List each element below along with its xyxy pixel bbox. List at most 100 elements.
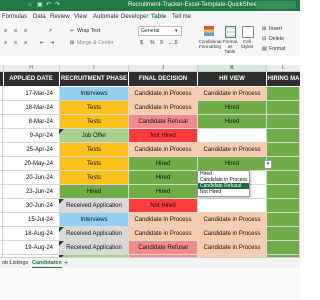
hiring-manager-cell[interactable] [267, 185, 300, 199]
header-recruitment-phase[interactable]: RECRUITMENT PHASE [60, 72, 129, 86]
hiring-manager-cell[interactable] [267, 101, 300, 115]
applied-date-cell[interactable]: 25-Apr-24 [3, 143, 60, 157]
final-decision-cell[interactable]: Candidate in Process [129, 101, 198, 115]
column-header-i[interactable]: I [60, 65, 129, 71]
applied-date-cell[interactable]: 19-Aug-24 [3, 241, 60, 255]
comment-indicator-icon[interactable] [59, 129, 64, 134]
menu-developer[interactable]: Developer [121, 14, 148, 21]
header-hiring-manager[interactable]: HIRING MA [267, 72, 300, 86]
applied-date-cell[interactable]: 23-Jun-24 [3, 185, 60, 199]
column-header-l[interactable]: L [267, 65, 300, 71]
menu-data[interactable]: Data [33, 14, 46, 21]
recruitment-phase-cell[interactable]: Interviews [60, 213, 129, 227]
applied-date-cell[interactable]: 15-Jul-24 [3, 213, 60, 227]
recruitment-phase-cell[interactable]: Received Application [60, 227, 129, 241]
align-middle-icon[interactable]: ≡ [14, 40, 17, 46]
comment-indicator-icon[interactable] [59, 241, 64, 246]
hiring-manager-cell[interactable] [267, 129, 300, 143]
align-center-icon[interactable]: ≡ [14, 28, 17, 34]
align-top-icon[interactable]: ≡ [4, 40, 7, 46]
save-icon[interactable]: ▣ [37, 2, 43, 9]
hr-view-cell[interactable] [198, 199, 267, 213]
applied-date-cell[interactable]: 20-May-24 [3, 157, 60, 171]
align-bottom-icon[interactable]: ≡ [24, 40, 27, 46]
menu-formulas[interactable]: Formulas [2, 14, 27, 21]
header-applied-date[interactable]: APPLIED DATE [3, 72, 60, 86]
align-left-icon[interactable]: ≡ [4, 28, 7, 34]
comment-indicator-icon[interactable] [59, 199, 64, 204]
hr-view-cell[interactable]: Hired [198, 101, 267, 115]
menu-automate[interactable]: Automate [93, 14, 119, 21]
orientation-icon[interactable]: ↗ [48, 28, 52, 34]
delete-button[interactable]: Delete [269, 36, 284, 42]
increase-indent-icon[interactable]: ⇥ [50, 40, 54, 46]
hr-view-cell[interactable]: Candidate in Process [198, 227, 267, 241]
recruitment-phase-cell[interactable]: Interviews [60, 87, 129, 101]
menu-view[interactable]: View [74, 14, 87, 21]
column-header-j[interactable]: J [129, 65, 198, 71]
decrease-indent-icon[interactable]: ⇤ [40, 40, 44, 46]
recruitment-phase-cell[interactable]: Tests [60, 143, 129, 157]
final-decision-cell[interactable]: Hired [129, 171, 198, 185]
final-decision-cell[interactable]: Candidate Refusal [129, 115, 198, 129]
add-sheet-button[interactable]: + [64, 259, 68, 268]
column-header-k[interactable]: K [198, 65, 267, 71]
conditional-formatting-icon[interactable] [204, 26, 214, 36]
undo-icon[interactable]: ↶ [46, 2, 51, 9]
hiring-manager-cell[interactable] [267, 171, 300, 185]
conditional-formatting-button[interactable]: Conditional Formatting [198, 39, 222, 49]
align-right-icon[interactable]: ≡ [24, 28, 27, 34]
dropdown-option[interactable]: Not Hired [198, 189, 249, 195]
header-final-decision[interactable]: FINAL DECISION [129, 72, 198, 86]
home-icon[interactable]: ⌂ [28, 2, 32, 9]
recruitment-phase-cell[interactable]: Tests [60, 171, 129, 185]
final-decision-cell[interactable]: Candidate in Process [129, 143, 198, 157]
applied-date-cell[interactable]: 20-Jun-24 [3, 171, 60, 185]
hiring-manager-cell[interactable] [267, 213, 300, 227]
menu-review[interactable]: Review [50, 14, 70, 21]
format-as-table-icon[interactable] [225, 26, 236, 38]
final-decision-cell[interactable]: Candidate Refusal [129, 241, 198, 255]
hr-view-cell[interactable]: Candidate in Process [198, 213, 267, 227]
hr-view-cell[interactable]: Candidate in Process [198, 87, 267, 101]
header-hr-view[interactable]: HR VIEW [198, 72, 267, 86]
recruitment-phase-cell[interactable]: Tests [60, 101, 129, 115]
format-button[interactable]: Format [269, 46, 285, 52]
wrap-text-button[interactable]: Wrap Text [77, 28, 100, 34]
applied-date-cell[interactable]: 30-Jun-24 [3, 199, 60, 213]
final-decision-cell[interactable]: Candidate in Process [129, 87, 198, 101]
final-decision-cell[interactable]: Candidate in Process [129, 227, 198, 241]
hiring-manager-cell[interactable] [267, 199, 300, 213]
final-decision-cell[interactable]: Hired [129, 157, 198, 171]
applied-date-cell[interactable]: 17-Mar-24 [3, 87, 60, 101]
hr-view-cell[interactable]: Hired [198, 115, 267, 129]
recruitment-phase-cell[interactable]: Received Application [60, 241, 129, 255]
applied-date-cell[interactable]: 9-Apr-24 [3, 129, 60, 143]
comment-indicator-icon[interactable] [59, 227, 64, 232]
final-decision-cell[interactable]: Hired [129, 185, 198, 199]
final-decision-cell[interactable]: Not Hired [129, 199, 198, 213]
hiring-manager-cell[interactable] [267, 87, 300, 101]
hr-view-cell[interactable] [198, 129, 267, 143]
cell-styles-icon[interactable] [242, 26, 254, 38]
hiring-manager-cell[interactable] [267, 227, 300, 241]
applied-date-cell[interactable]: 8-Mar-24 [3, 115, 60, 129]
merge-center-button[interactable]: Merge & Center [77, 40, 114, 46]
comma-style-button[interactable]: 9 [160, 40, 163, 46]
menu-tell-me[interactable]: Tell me [172, 14, 191, 21]
redo-icon[interactable]: ↷ [55, 2, 60, 9]
search-box[interactable] [256, 1, 296, 9]
applied-date-cell[interactable]: 18-Aug-24 [3, 227, 60, 241]
recruitment-phase-cell[interactable]: Received Application [60, 199, 129, 213]
recruitment-phase-cell[interactable]: Tests [60, 157, 129, 171]
currency-button[interactable]: $ [140, 40, 143, 46]
applied-date-cell[interactable]: 18-Mar-24 [3, 101, 60, 115]
percent-button[interactable]: % [150, 40, 155, 46]
hiring-manager-cell[interactable] [267, 241, 300, 255]
hr-view-cell[interactable]: Candidate in Process [198, 241, 267, 255]
hr-view-cell[interactable]: Hired [198, 157, 267, 171]
hr-view-cell[interactable]: Candidate in Process [198, 143, 267, 157]
dropdown-arrow-icon[interactable]: ▾ [264, 160, 272, 169]
recruitment-phase-cell[interactable]: Tests [60, 115, 129, 129]
final-decision-cell[interactable]: Candidate in Process [129, 213, 198, 227]
